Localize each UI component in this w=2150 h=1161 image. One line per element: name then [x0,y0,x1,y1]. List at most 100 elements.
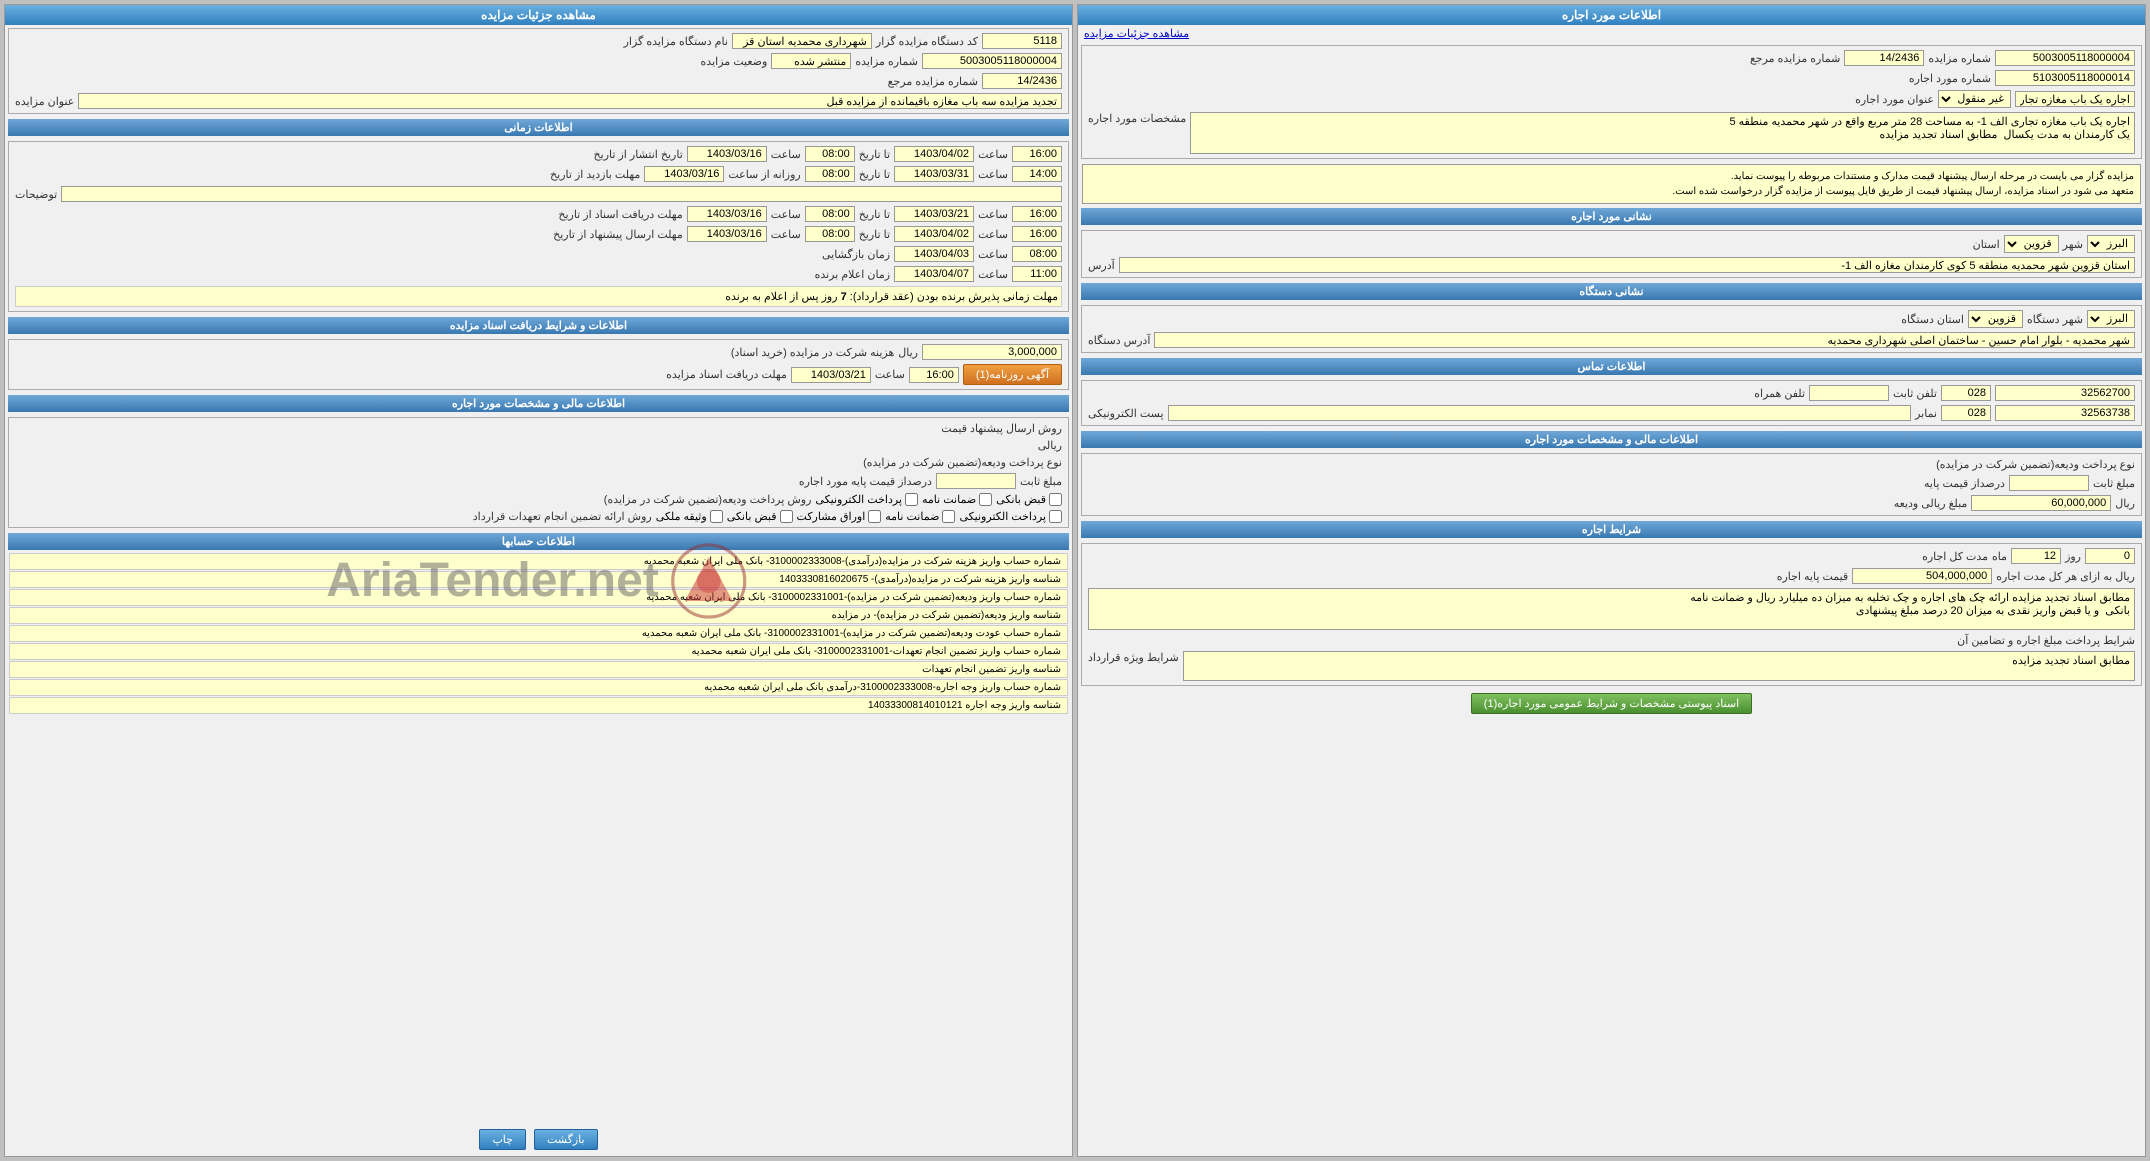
amount-input[interactable] [1971,495,2111,511]
fee-input[interactable] [922,344,1062,360]
publish-end-time[interactable] [1012,146,1062,162]
base-price-label: قیمت پایه اجاره [1777,570,1849,583]
electronic-checkbox[interactable] [905,493,918,506]
contract-cash[interactable] [780,510,793,523]
contract-electronic[interactable] [1049,510,1062,523]
doc-start-date[interactable] [687,206,767,222]
duration-days-input[interactable] [2085,548,2135,564]
right-ref-input[interactable] [982,73,1062,89]
fee-unit: ریال [898,346,918,359]
right-auction-label: شماره مزایده [855,55,918,68]
notice-text: مزایده گزار می بایست در مرحله ارسال پیشن… [1672,171,2134,197]
open-time[interactable] [1012,246,1062,262]
right-auction-number[interactable] [922,53,1062,69]
agency-code-input[interactable] [982,33,1062,49]
status-input[interactable] [771,53,851,69]
subject-label: عنوان مورد اجاره [1855,93,1934,106]
duration-month-unit: ماه [1992,550,2007,563]
time-label-4: روزانه از ساعت [728,168,800,181]
offer-end-date[interactable] [894,226,974,242]
city-label: شهر [2063,238,2083,251]
sale-end-time[interactable] [1012,166,1062,182]
right-financial-section: روش ارسال پیشنهاد قیمت ریالی نوع پرداخت … [8,417,1069,528]
publish-start-date[interactable] [687,146,767,162]
province-label: استان [1973,238,2000,251]
right-percent-label: درصداز قیمت پایه مورد اجاره [799,475,932,488]
subject-input[interactable] [2015,91,2135,107]
agency-city-select[interactable]: البرز [2087,310,2135,328]
back-button[interactable]: بازگشت [534,1129,598,1150]
special-conditions-textarea[interactable] [1183,651,2135,681]
print-button[interactable]: چاپ [479,1129,526,1150]
guarantee-checkbox[interactable] [979,493,992,506]
duration-months-input[interactable] [2011,548,2061,564]
conditions-section: روز ماه مدت کل اجاره ریال به ازای هر کل … [1081,543,2142,686]
deadline-date[interactable] [791,367,871,383]
right-basic-section: کد دستگاه مزایده گزار نام دستگاه مزایده … [8,28,1069,114]
address-input[interactable] [1119,257,2135,273]
time-label-8: ساعت [771,228,801,241]
auction-number-input[interactable] [1995,50,2135,66]
offer-start-time[interactable] [805,226,855,242]
auction-number-label: شماره مزایده [1928,52,1991,65]
subject-type-select[interactable]: غیر منقول [1938,90,2011,108]
notes-input[interactable] [61,186,1062,202]
doc-end-time[interactable] [1012,206,1062,222]
province-select[interactable]: قزوین [2004,235,2059,253]
publish-end-date[interactable] [894,146,974,162]
deposit-methods-label: روش پرداخت ودیعه(تضمین شرکت در مزایده) [604,493,812,506]
ref-number-input[interactable] [1844,50,1924,66]
contract-property[interactable] [710,510,723,523]
email-input[interactable] [1168,405,1912,421]
account-row-5: شماره حساب واریز تضمین انجام تعهدات-3100… [9,643,1068,660]
agency-province-select[interactable]: قزوین [1968,310,2023,328]
rent-number-label: شماره مورد اجاره [1909,72,1991,85]
phone-code-input[interactable] [1941,385,1991,401]
description-textarea[interactable] [1190,112,2135,154]
account-row-0: شماره حساب واریز هزینه شرکت در مزایده(در… [9,553,1068,570]
winner-date[interactable] [894,266,974,282]
sale-start-time[interactable] [805,166,855,182]
location-title: نشانی مورد اجاره [1081,208,2142,225]
right-deposit-label: نوع پرداخت ودیعه(تضمین شرکت در مزایده) [863,456,1062,469]
doc-start-time[interactable] [805,206,855,222]
percent-input[interactable] [2009,475,2089,491]
agency-name-input[interactable] [732,33,872,49]
agency-address-input[interactable] [1154,332,2135,348]
auction-detail-link[interactable]: مشاهده جزئیات مزایده [1084,27,1189,40]
base-price-input[interactable] [1852,568,1992,584]
right-percent-input[interactable] [936,473,1016,489]
fax-input[interactable] [1995,405,2135,421]
time-label-6: ساعت [771,208,801,221]
sale-end-date[interactable] [894,166,974,182]
newspaper-btn[interactable]: آگهی روزنامه(1) [963,364,1062,385]
conditions-textarea[interactable] [1088,588,2135,630]
fee-label: هزینه شرکت در مزایده (خرید اسناد) [731,346,894,359]
status-label: وضعیت مزایده [701,55,768,68]
title-input[interactable] [78,93,1062,109]
open-date[interactable] [894,246,974,262]
rent-number-input[interactable] [1995,70,2135,86]
deadline-time[interactable] [909,367,959,383]
sale-start-date[interactable] [644,166,724,182]
winner-time[interactable] [1012,266,1062,282]
percent-label: درصداز قیمت پایه [1924,477,2005,490]
publish-start-time[interactable] [805,146,855,162]
docs-button[interactable]: اسناد پیوستی مشخصات و شرایط عمومی مورد ا… [1471,693,1752,714]
contract-methods-label: روش ارائه تضمین انجام تعهدات قرارداد [473,510,652,523]
fax-code-input[interactable] [1941,405,1991,421]
to-date-label-2: تا تاریخ [859,168,890,181]
city-select[interactable]: البرز [2087,235,2135,253]
cash-checkbox[interactable] [1049,493,1062,506]
doc-end-date[interactable] [894,206,974,222]
time-label-2: ساعت [771,148,801,161]
phone-input[interactable] [1995,385,2135,401]
payment-label: شرایط پرداخت مبلغ اجاره و تضامین آن [1957,634,2135,647]
offer-end-time[interactable] [1012,226,1062,242]
publish-label: تاریخ انتشار از تاریخ [594,148,683,161]
contract-guarantee[interactable] [942,510,955,523]
account-row-6: شناسه واریز تضمین انجام تعهدات [9,661,1068,678]
contract-bonds[interactable] [868,510,881,523]
mobile-input[interactable] [1809,385,1889,401]
offer-start-date[interactable] [687,226,767,242]
